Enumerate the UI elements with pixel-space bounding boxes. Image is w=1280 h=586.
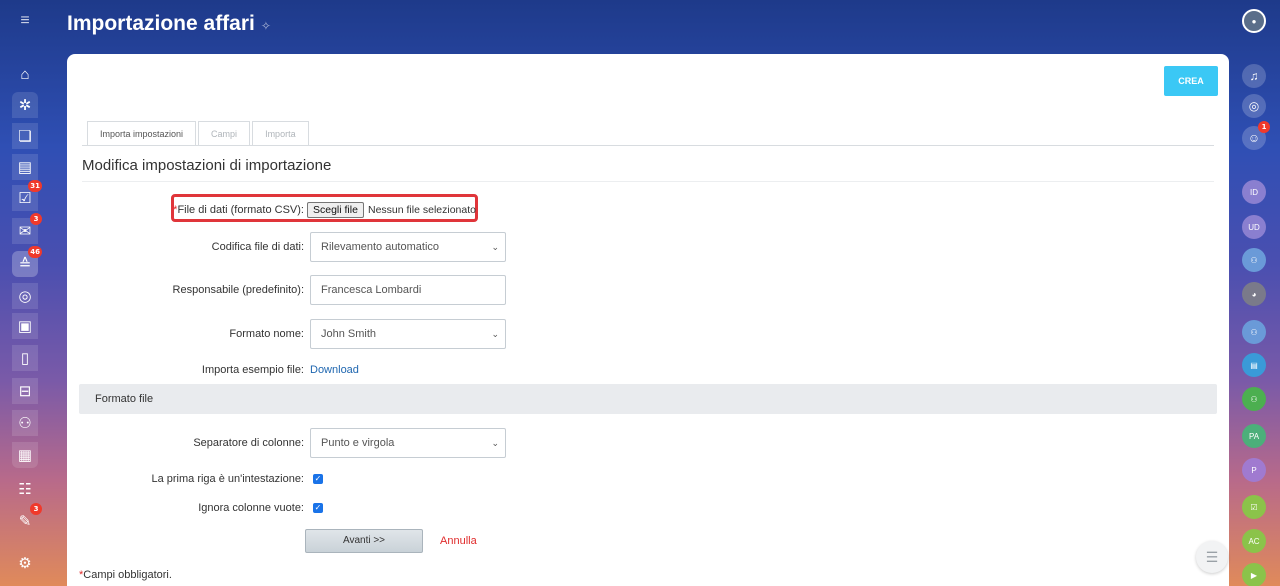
name-format-select[interactable]: John Smith ⌄	[310, 319, 506, 349]
file-status: Nessun file selezionato	[368, 204, 476, 216]
messages-icon[interactable]: ☺ 1	[1242, 121, 1270, 150]
presentation-icon[interactable]: ▦	[12, 442, 38, 468]
avatar-id[interactable]: ID	[1242, 180, 1266, 204]
sites-icon[interactable]: ◎	[12, 283, 38, 309]
calendar-icon[interactable]: ▣	[12, 313, 38, 339]
drive-icon[interactable]: ⊟	[12, 378, 38, 404]
required-note: *Campi obbligatori.	[79, 569, 172, 581]
ignore-empty-row: Ignora colonne vuote: ✓	[67, 493, 767, 523]
notification-badge: 1	[1258, 121, 1270, 133]
encoding-row: Codifica file di dati: Rilevamento autom…	[67, 232, 767, 262]
separator-value: Punto e virgola	[321, 437, 395, 449]
menu-icon[interactable]: ≡	[15, 12, 35, 30]
approvals-icon[interactable]: ✎ 3	[12, 503, 42, 534]
file-format-band: Formato file	[79, 384, 1217, 414]
settings-icon[interactable]: ⚙	[12, 550, 38, 576]
group-icon[interactable]: ⚇	[1242, 320, 1266, 344]
main-panel: CREA Importa impostazioni Campi Importa …	[67, 54, 1229, 586]
first-row-header-label: La prima riga è un'intestazione:	[151, 473, 304, 485]
target-icon[interactable]: ◎	[1242, 94, 1266, 118]
page-title-text: Importazione affari	[67, 12, 255, 35]
separator-row: Separatore di colonne: Punto e virgola ⌄	[67, 428, 767, 458]
right-sidebar: ● ♫ ◎ ☺ 1 ID UD ⚇ ◕ ⚇ ▤ ⚇ PA P ☑ AC ▶	[1228, 0, 1280, 586]
pin-icon[interactable]: ✧	[261, 19, 271, 33]
name-format-value: John Smith	[321, 328, 377, 340]
ignore-empty-label: Ignora colonne vuote:	[198, 502, 304, 514]
tasks-badge: 31	[28, 180, 42, 192]
tab-divider	[82, 145, 1214, 146]
employees-icon[interactable]: ⚇	[12, 410, 38, 436]
section-title: Modifica impostazioni di importazione	[82, 157, 332, 174]
tab-import[interactable]: Importa	[252, 121, 309, 146]
tabs: Importa impostazioni Campi Importa	[87, 121, 311, 146]
video-icon[interactable]: ▶	[1242, 563, 1266, 586]
tab-import-settings[interactable]: Importa impostazioni	[87, 121, 197, 146]
first-row-header-row: La prima riga è un'intestazione: ✓	[67, 464, 767, 494]
collab-icon[interactable]: ✲	[12, 92, 38, 118]
name-format-row: Formato nome: John Smith ⌄	[67, 319, 767, 349]
tasks-icon[interactable]: ☑ 31	[12, 180, 42, 211]
chevron-down-icon: ⌄	[491, 242, 499, 252]
group-icon[interactable]: ⚇	[1242, 387, 1266, 411]
mail-badge: 3	[30, 213, 42, 225]
user-avatar[interactable]: ●	[1242, 9, 1266, 33]
documents-icon[interactable]: ▯	[12, 345, 38, 371]
home-icon[interactable]: ⌂	[12, 61, 38, 87]
encoding-value: Rilevamento automatico	[321, 241, 440, 253]
section-divider	[82, 181, 1214, 182]
avatar-ud[interactable]: UD	[1242, 215, 1266, 239]
avatar-ac[interactable]: AC	[1242, 529, 1266, 553]
separator-select[interactable]: Punto e virgola ⌄	[310, 428, 506, 458]
ignore-empty-checkbox[interactable]: ✓	[313, 503, 323, 513]
responsible-input[interactable]: Francesca Lombardi	[310, 275, 506, 305]
chevron-down-icon: ⌄	[491, 438, 499, 448]
responsible-label: Responsabile (predefinito):	[172, 284, 304, 296]
page-title: Importazione affari ✧	[67, 12, 271, 36]
crm-icon[interactable]: ≙ 46	[12, 246, 42, 277]
list-icon[interactable]: ☰	[1196, 541, 1228, 573]
encoding-select[interactable]: Rilevamento automatico ⌄	[310, 232, 506, 262]
separator-label: Separatore di colonne:	[193, 437, 304, 449]
group-icon[interactable]: ⚇	[1242, 248, 1266, 272]
tab-fields[interactable]: Campi	[198, 121, 251, 146]
left-sidebar: ≡ ⌂ ✲ ❏ ▤ ☑ 31 ✉ 3 ≙ 46 ◎ ▣ ▯ ⊟ ⚇ ▦ ☷ ✎ …	[0, 0, 50, 586]
schedule-icon[interactable]: ☷	[12, 476, 38, 502]
feed-icon[interactable]: ▤	[12, 154, 38, 180]
next-button[interactable]: Avanti >>	[305, 529, 423, 553]
name-format-label: Formato nome:	[229, 328, 304, 340]
bell-icon[interactable]: ♫	[1242, 64, 1266, 88]
crm-badge: 46	[28, 246, 42, 258]
example-label: Importa esempio file:	[201, 364, 304, 376]
chat-icon[interactable]: ❏	[12, 123, 38, 149]
example-row: Importa esempio file: Download	[67, 355, 767, 385]
create-button[interactable]: CREA	[1164, 66, 1218, 96]
responsible-row: Responsabile (predefinito): Francesca Lo…	[67, 275, 767, 305]
file-label: *File di dati (formato CSV):	[173, 204, 304, 216]
choose-file-button[interactable]: Scegli file	[307, 202, 364, 218]
chevron-down-icon: ⌄	[491, 329, 499, 339]
mail-icon[interactable]: ✉ 3	[12, 213, 42, 244]
approvals-badge: 3	[30, 503, 42, 515]
task-check-icon[interactable]: ☑	[1242, 495, 1266, 519]
avatar-pa[interactable]: PA	[1242, 424, 1266, 448]
cancel-link[interactable]: Annulla	[440, 529, 477, 553]
user-photo-avatar[interactable]: ◕	[1242, 282, 1266, 306]
encoding-label: Codifica file di dati:	[211, 241, 304, 253]
chat-group-icon[interactable]: ▤	[1242, 353, 1266, 377]
download-link[interactable]: Download	[310, 355, 359, 385]
first-row-header-checkbox[interactable]: ✓	[313, 474, 323, 484]
avatar-p[interactable]: P	[1242, 458, 1266, 482]
